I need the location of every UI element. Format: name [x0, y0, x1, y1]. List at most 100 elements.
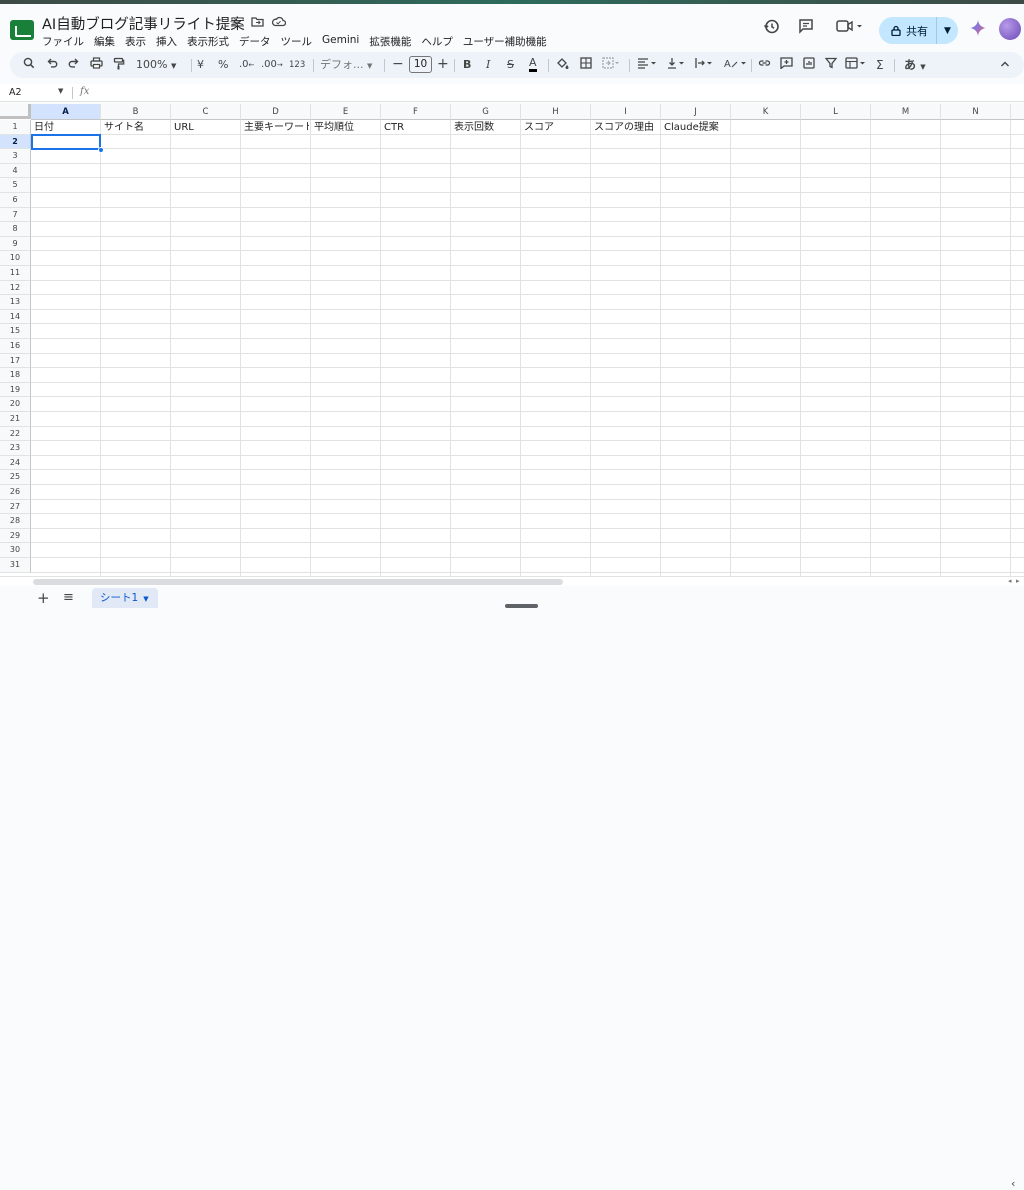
sheet-tab-dropdown-icon[interactable]: ▼	[143, 595, 148, 603]
menu-data[interactable]: データ	[239, 34, 276, 50]
merge-cells-icon[interactable]	[602, 57, 620, 74]
folder-move-icon[interactable]	[251, 16, 264, 31]
add-sheet-icon[interactable]: +	[37, 589, 50, 607]
input-tools-button[interactable]: あ ▼	[904, 57, 926, 75]
filter-views-icon[interactable]	[845, 57, 867, 74]
row-header-29[interactable]: 29	[0, 528, 31, 544]
column-header-b[interactable]: B	[101, 104, 171, 120]
header-cell-e1[interactable]: 平均順位	[314, 121, 379, 135]
row-header-23[interactable]: 23	[0, 441, 31, 456]
text-wrapping-icon[interactable]	[695, 57, 715, 74]
sheets-logo-icon[interactable]	[10, 20, 34, 40]
menu-file[interactable]: ファイル	[42, 34, 89, 50]
percent-format-button[interactable]: %	[218, 57, 228, 73]
collapse-toolbar-icon[interactable]	[1000, 57, 1010, 73]
column-header-g[interactable]: G	[451, 104, 521, 120]
share-dropdown-icon[interactable]: ▼	[937, 26, 958, 36]
side-panel-toggle-icon[interactable]: ‹	[1011, 1177, 1015, 1190]
header-cell-c1[interactable]: URL	[174, 121, 239, 135]
document-title[interactable]: AI自動ブログ記事リライト提案	[42, 13, 245, 34]
row-header-3[interactable]: 3	[0, 149, 31, 164]
header-cell-d1[interactable]: 主要キーワード	[244, 121, 309, 135]
video-call-icon[interactable]	[836, 18, 864, 38]
text-rotation-icon[interactable]: A	[724, 57, 748, 74]
header-cell-j1[interactable]: Claude提案	[664, 121, 729, 135]
row-header-16[interactable]: 16	[0, 339, 31, 354]
gemini-sparkle-icon[interactable]	[969, 19, 987, 42]
row-header-5[interactable]: 5	[0, 178, 31, 193]
horizontal-scrollbar[interactable]: ◂ ▸	[0, 576, 1024, 586]
insert-comment-icon[interactable]	[780, 57, 793, 74]
insert-chart-icon[interactable]	[803, 57, 815, 74]
row-header-14[interactable]: 14	[0, 309, 31, 325]
row-header-4[interactable]: 4	[0, 163, 31, 179]
horizontal-scrollbar-thumb[interactable]	[33, 579, 563, 585]
all-sheets-icon[interactable]: ≡	[63, 590, 74, 605]
strikethrough-button[interactable]: S	[507, 57, 514, 73]
font-family-select[interactable]: デフォ... ▼	[320, 57, 372, 74]
menu-format[interactable]: 表示形式	[187, 34, 234, 50]
header-cell-b1[interactable]: サイト名	[104, 121, 169, 135]
column-header-f[interactable]: F	[381, 104, 451, 120]
bold-button[interactable]: B	[463, 57, 471, 73]
row-header-15[interactable]: 15	[0, 324, 31, 339]
scroll-left-icon[interactable]: ◂	[1008, 577, 1012, 585]
header-cell-h1[interactable]: スコア	[524, 121, 589, 135]
row-header-13[interactable]: 13	[0, 295, 31, 310]
currency-format-button[interactable]: ¥	[197, 57, 204, 73]
column-header-l[interactable]: L	[801, 104, 871, 120]
row-header-9[interactable]: 9	[0, 236, 31, 252]
history-icon[interactable]	[763, 18, 780, 39]
row-header-17[interactable]: 17	[0, 353, 31, 369]
column-header-k[interactable]: K	[731, 104, 801, 120]
menu-help[interactable]: ヘルプ	[421, 34, 458, 50]
filter-icon[interactable]	[824, 57, 838, 74]
increase-font-size-button[interactable]: +	[437, 57, 449, 71]
row-header-2[interactable]: 2	[0, 134, 31, 150]
column-header-m[interactable]: M	[871, 104, 941, 120]
header-cell-g1[interactable]: 表示回数	[454, 121, 519, 135]
paint-format-icon[interactable]	[113, 57, 125, 75]
fill-handle[interactable]	[98, 147, 104, 154]
menu-extensions[interactable]: 拡張機能	[369, 34, 416, 50]
row-header-8[interactable]: 8	[0, 222, 31, 237]
column-header-e[interactable]: E	[311, 104, 381, 120]
sheet-tab-active[interactable]: シート1 ▼	[92, 588, 158, 608]
header-cell-a1[interactable]: 日付	[34, 121, 99, 135]
row-header-1[interactable]: 1	[0, 120, 31, 135]
row-header-7[interactable]: 7	[0, 207, 31, 223]
account-avatar[interactable]	[999, 18, 1021, 40]
row-header-21[interactable]: 21	[0, 412, 31, 427]
row-header-20[interactable]: 20	[0, 397, 31, 412]
name-box-dropdown-icon[interactable]: ▼	[58, 87, 63, 95]
functions-button[interactable]: Σ	[876, 57, 884, 73]
menu-accessibility[interactable]: ユーザー補助機能	[463, 34, 552, 50]
row-header-22[interactable]: 22	[0, 426, 31, 442]
decrease-font-size-button[interactable]: −	[392, 57, 404, 71]
row-header-24[interactable]: 24	[0, 455, 31, 471]
cloud-status-icon[interactable]	[271, 16, 287, 31]
increase-decimal-button[interactable]: .00→	[261, 57, 283, 73]
spreadsheet-grid[interactable]: A B C D E F G H I J K L M N 1 2 3 4 5 6 7 8 9 10 11 12 13 14 15 16 17 1…	[0, 104, 1024, 576]
menu-tools[interactable]: ツール	[281, 34, 318, 50]
row-header-26[interactable]: 26	[0, 485, 31, 500]
row-header-28[interactable]: 28	[0, 514, 31, 529]
search-menus-icon[interactable]	[23, 57, 35, 74]
header-cell-f1[interactable]: CTR	[384, 121, 449, 135]
insert-link-icon[interactable]	[758, 57, 771, 74]
vertical-align-icon[interactable]	[667, 57, 687, 74]
row-header-19[interactable]: 19	[0, 382, 31, 398]
column-header-j[interactable]: J	[661, 104, 731, 120]
column-header-c[interactable]: C	[171, 104, 241, 120]
column-header-d[interactable]: D	[241, 104, 311, 120]
print-icon[interactable]	[90, 57, 103, 74]
borders-icon[interactable]	[580, 57, 592, 74]
row-header-6[interactable]: 6	[0, 193, 31, 208]
more-formats-button[interactable]: 123	[289, 57, 305, 73]
row-header-10[interactable]: 10	[0, 251, 31, 266]
header-cell-i1[interactable]: スコアの理由	[594, 121, 659, 135]
scroll-right-icon[interactable]: ▸	[1016, 577, 1020, 585]
share-main[interactable]: 共有	[879, 17, 937, 44]
star-icon[interactable]: ☆	[229, 16, 241, 31]
column-header-n[interactable]: N	[941, 104, 1011, 120]
